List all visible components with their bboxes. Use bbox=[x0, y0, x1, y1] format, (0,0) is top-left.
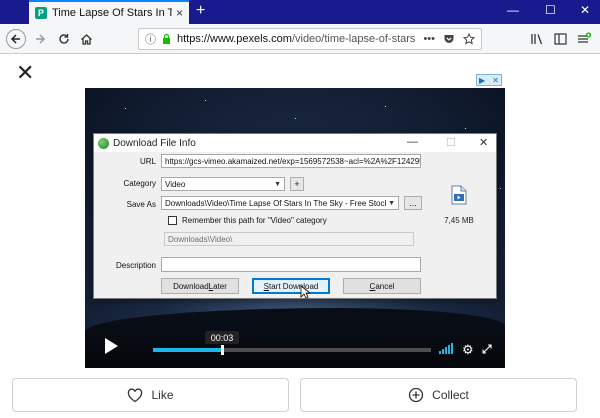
minimize-button[interactable]: — bbox=[507, 3, 519, 17]
menu-button[interactable] bbox=[574, 29, 594, 49]
reload-icon bbox=[59, 34, 69, 44]
remember-path-checkbox[interactable] bbox=[168, 216, 177, 225]
library-icon bbox=[531, 34, 543, 45]
url-path: /video/time-lapse-of-stars bbox=[291, 33, 416, 45]
forward-button[interactable] bbox=[30, 29, 50, 49]
like-label: Like bbox=[151, 388, 174, 402]
dialog-maximize-button: ☐ bbox=[446, 137, 456, 149]
start-download-label: tart Download bbox=[268, 281, 319, 291]
adchoices-badge[interactable]: ▶ ✕ bbox=[476, 74, 502, 86]
start-download-button[interactable]: Start Download bbox=[252, 278, 330, 294]
category-label: Category bbox=[123, 179, 156, 188]
download-later-label-rest: ater bbox=[213, 281, 227, 291]
timecode-tooltip: 00:03 bbox=[205, 331, 239, 344]
page-actions-icon[interactable]: ••• bbox=[423, 33, 435, 45]
window-close-button[interactable]: ✕ bbox=[580, 3, 590, 17]
save-as-select[interactable]: Downloads\Video\Time Lapse Of Stars In T… bbox=[161, 196, 399, 210]
home-icon bbox=[80, 33, 92, 45]
reload-button[interactable] bbox=[54, 29, 74, 49]
file-size: 7,45 MB bbox=[444, 216, 474, 225]
url-domain: https://www.pexels.com bbox=[177, 33, 292, 45]
url-label: URL bbox=[139, 157, 156, 166]
video-file-icon bbox=[451, 185, 467, 205]
save-as-value: Downloads\Video\Time Lapse Of Stars In T… bbox=[165, 198, 387, 208]
info-icon[interactable]: ⓘ bbox=[145, 31, 156, 47]
adchoices-close-icon[interactable]: ✕ bbox=[492, 76, 499, 85]
tab-title: Time Lapse Of Stars In The Sky bbox=[52, 7, 172, 19]
progress-scrubber[interactable] bbox=[220, 345, 224, 355]
dialog-close-button[interactable]: ✕ bbox=[479, 136, 488, 149]
tab-close-icon[interactable]: × bbox=[176, 6, 183, 20]
description-label: Description bbox=[115, 261, 156, 270]
url-field[interactable]: https://gcs-vimeo.akamaized.net/exp=1569… bbox=[161, 154, 421, 168]
cancel-button[interactable]: Cancel bbox=[343, 278, 421, 294]
dialog-titlebar: Download File Info bbox=[94, 134, 496, 152]
description-field[interactable] bbox=[161, 257, 421, 272]
window-titlebar: P Time Lapse Of Stars In The Sky × + — ☐… bbox=[0, 0, 600, 24]
like-button[interactable]: Like bbox=[12, 378, 289, 412]
save-as-label: Save As bbox=[126, 200, 156, 209]
new-tab-button[interactable]: + bbox=[196, 2, 205, 20]
download-later-button[interactable]: Download Later bbox=[161, 278, 239, 294]
close-modal-button[interactable]: ✕ bbox=[16, 60, 34, 86]
chevron-down-icon: ▼ bbox=[274, 180, 281, 188]
idm-globe-icon bbox=[98, 137, 109, 149]
navigation-toolbar: ⓘ https://www.pexels.com/video/time-laps… bbox=[0, 24, 600, 54]
play-button[interactable] bbox=[100, 336, 120, 356]
adchoices-play-icon: ▶ bbox=[479, 75, 486, 85]
remember-path-label: Remember this path for "Video" category bbox=[182, 216, 327, 225]
back-arrow-icon bbox=[10, 34, 20, 44]
tab-active[interactable]: P Time Lapse Of Stars In The Sky × bbox=[29, 0, 189, 24]
dialog-title: Download File Info bbox=[113, 137, 196, 149]
heart-icon bbox=[128, 387, 143, 402]
maximize-button[interactable]: ☐ bbox=[545, 3, 556, 17]
chevron-down-icon: ▼ bbox=[388, 199, 395, 207]
progress-fill bbox=[153, 348, 223, 352]
url-bar[interactable]: ⓘ https://www.pexels.com/video/time-laps… bbox=[138, 28, 482, 50]
bookmark-star-icon[interactable] bbox=[463, 33, 475, 45]
pexels-favicon-icon: P bbox=[35, 7, 47, 19]
mouse-cursor-icon bbox=[300, 285, 310, 299]
url-text: https://www.pexels.com/video/time-lapse-… bbox=[177, 33, 417, 45]
add-category-button[interactable]: + bbox=[290, 177, 304, 191]
landscape-silhouette bbox=[85, 308, 505, 368]
category-value: Video bbox=[165, 179, 186, 189]
cancel-label: ancel bbox=[375, 281, 395, 291]
download-file-info-dialog: Download File Info — ☐ ✕ URL https://gcs… bbox=[93, 133, 497, 299]
sidebar-button[interactable] bbox=[550, 29, 570, 49]
dialog-minimize-button[interactable]: — bbox=[407, 136, 418, 148]
sidebar-icon bbox=[553, 33, 567, 45]
fullscreen-icon[interactable]: ⤢ bbox=[482, 342, 492, 357]
category-select[interactable]: Video ▼ bbox=[161, 177, 285, 191]
settings-gear-icon[interactable]: ⚙ bbox=[462, 342, 474, 358]
collect-label: Collect bbox=[432, 388, 469, 402]
hamburger-menu-icon bbox=[578, 32, 591, 43]
back-button[interactable] bbox=[6, 29, 26, 49]
library-button[interactable] bbox=[527, 29, 547, 49]
home-button[interactable] bbox=[76, 29, 96, 49]
path-field: Downloads\Video\ bbox=[164, 232, 414, 246]
plus-circle-icon bbox=[409, 387, 424, 403]
collect-button[interactable]: Collect bbox=[300, 378, 577, 412]
pocket-icon[interactable] bbox=[443, 33, 455, 45]
browse-button[interactable]: ... bbox=[404, 196, 422, 210]
forward-arrow-icon bbox=[36, 34, 46, 44]
download-later-label: Download bbox=[173, 281, 209, 291]
lock-icon bbox=[163, 34, 170, 44]
